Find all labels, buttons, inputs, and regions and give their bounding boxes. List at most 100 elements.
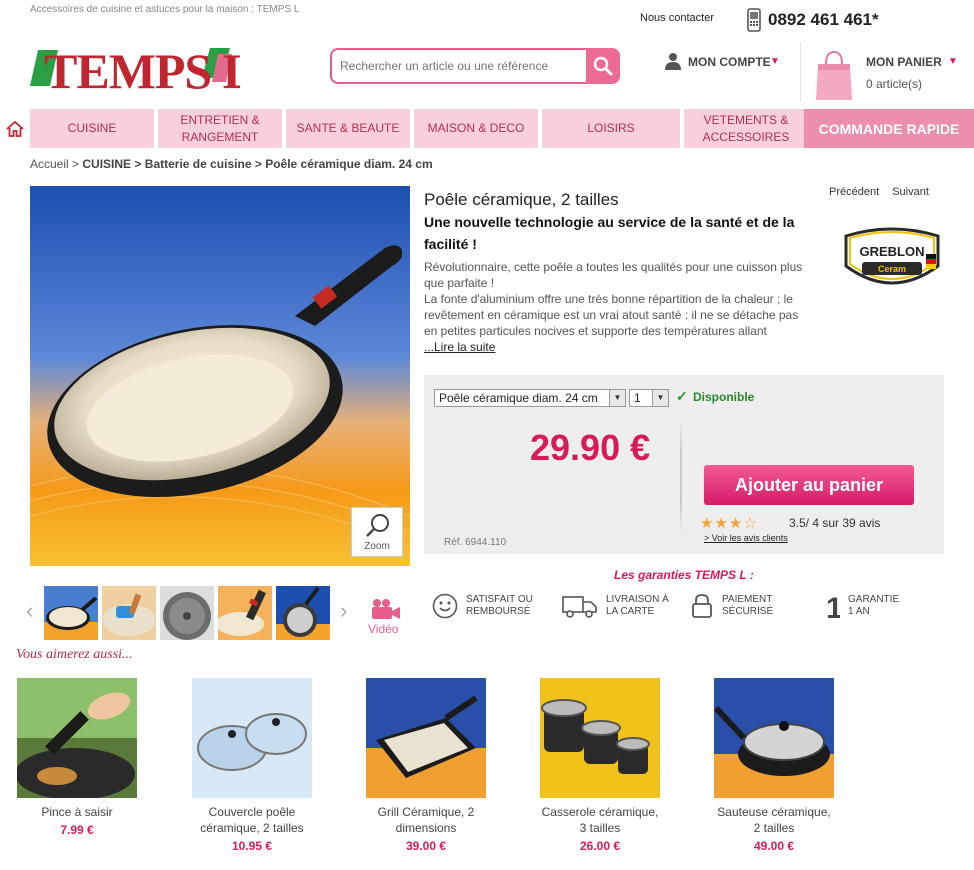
site-logo[interactable]: TEMPS L	[30, 38, 256, 99]
guarantee-payment: PAIEMENT SÉCURISÉ	[690, 588, 773, 624]
breadcrumb-current: Poêle céramique diam. 24 cm	[265, 157, 433, 171]
caret-down-icon: ▼	[770, 56, 780, 67]
recommendation-price: 49.00 €	[753, 839, 795, 853]
one-year-icon: 1	[826, 592, 840, 621]
phone-number: 0892 461 461*	[768, 10, 879, 29]
rating-text: 3.5/ 4 sur 39 avis	[789, 516, 881, 530]
product-subtitle: Une nouvelle technologie au service de l…	[424, 214, 795, 253]
guarantee-warranty: 1 GARANTIE 1 AN	[824, 588, 899, 624]
recommendation-name[interactable]: Casserole céramique, 3 tailles	[515, 804, 685, 836]
thumbnail-strip: ‹ ›	[26, 586, 360, 640]
svg-text:GREBLON: GREBLON	[860, 244, 925, 259]
purchase-box: Poêle céramique diam. 24 cm ▼ 1 ▼ ✓ Disp…	[424, 375, 944, 554]
recommendation-card[interactable]: Couvercle poêle céramique, 2 tailles 10.…	[167, 678, 337, 853]
checkmark-icon: ✓	[676, 388, 688, 404]
zoom-button[interactable]: Zoom	[351, 507, 403, 557]
quantity-select[interactable]: 1 ▼	[629, 389, 669, 407]
recommendation-image[interactable]	[714, 678, 834, 798]
svg-text:1: 1	[826, 592, 840, 621]
variant-select[interactable]: Poêle céramique diam. 24 cm ▼	[434, 389, 626, 407]
main-nav: CUISINE ENTRETIEN & RANGEMENT SANTE & BE…	[30, 109, 808, 148]
search-button[interactable]	[586, 48, 620, 84]
nav-loisirs[interactable]: LOISIRS	[542, 109, 680, 148]
breadcrumb-subcategory[interactable]: Batterie de cuisine	[145, 157, 252, 171]
product-price: 29.90 €	[530, 427, 651, 468]
prev-next-nav: Précédent Suivant	[829, 186, 939, 198]
quick-order-button[interactable]: COMMANDE RAPIDE	[804, 109, 974, 148]
recommendation-name[interactable]: Pince à saisir	[0, 804, 162, 820]
lock-icon	[692, 594, 712, 618]
buybox-separator	[680, 419, 682, 535]
magnifier-icon	[366, 514, 389, 537]
recommendation-price: 26.00 €	[579, 839, 621, 853]
chevron-left-icon[interactable]: ‹	[26, 598, 33, 624]
thumbnail-2[interactable]	[102, 586, 156, 640]
video-label[interactable]: Vidéo	[368, 622, 398, 636]
account-menu[interactable]: MON COMPTE	[688, 55, 771, 69]
product-reference: Réf. 6944.110	[444, 537, 507, 548]
video-camera-icon[interactable]	[370, 598, 402, 620]
nav-sante-beaute[interactable]: SANTE & BEAUTE	[286, 109, 410, 148]
breadcrumb-category[interactable]: CUISINE	[82, 157, 131, 171]
user-icon	[665, 53, 681, 70]
chevron-down-icon: ▼	[652, 390, 668, 406]
caret-down-icon: ▼	[948, 56, 958, 67]
search-box	[330, 48, 620, 84]
guarantee-delivery: LIVRAISON À LA CARTE	[562, 588, 669, 624]
truck-icon	[562, 596, 597, 618]
search-input[interactable]	[334, 52, 586, 80]
prev-link[interactable]: Précédent	[829, 186, 879, 198]
recommendations-title: Vous aimerez aussi...	[16, 647, 133, 662]
thumbnail-4[interactable]	[218, 586, 272, 640]
svg-text:Ceram: Ceram	[878, 264, 906, 274]
recommendation-card[interactable]: Casserole céramique, 3 tailles 26.00 €	[515, 678, 685, 853]
nav-cuisine[interactable]: CUISINE	[30, 109, 154, 148]
guarantees-title: Les garanties TEMPS L :	[614, 568, 754, 582]
availability-status: Disponible	[693, 390, 755, 404]
nav-maison-deco[interactable]: MAISON & DECO	[414, 109, 538, 148]
recommendation-image[interactable]	[540, 678, 660, 798]
read-more-link[interactable]: ...Lire la suite	[424, 340, 495, 354]
phone-icon	[747, 8, 761, 32]
thumbnail-5[interactable]	[276, 586, 330, 640]
add-to-cart-button[interactable]: Ajouter au panier	[704, 465, 914, 505]
recommendation-image[interactable]	[192, 678, 312, 798]
product-title: Poêle céramique, 2 tailles	[424, 190, 619, 209]
recommendation-card[interactable]: Sauteuse céramique, 2 tailles 49.00 €	[689, 678, 859, 853]
cart-count: 0 article(s)	[866, 77, 923, 91]
recommendation-price: 10.95 €	[231, 839, 273, 853]
rating-stars: ★★★☆	[700, 515, 758, 532]
recommendation-image[interactable]	[17, 678, 137, 798]
nav-entretien-rangement[interactable]: ENTRETIEN & RANGEMENT	[158, 109, 282, 148]
recommendation-card[interactable]: Pince à saisir 7.99 €	[0, 678, 162, 837]
chevron-right-icon[interactable]: ›	[340, 598, 347, 624]
breadcrumb: Accueil > CUISINE > Batterie de cuisine …	[30, 157, 433, 171]
cart-menu[interactable]: MON PANIER	[866, 55, 942, 69]
svg-text:TEMPS L: TEMPS L	[44, 43, 240, 94]
reviews-link[interactable]: > Voir les avis clients	[704, 533, 788, 543]
guarantee-satisfied: SATISFAIT OU REMBOURSÉ	[432, 588, 533, 624]
home-icon[interactable]	[6, 120, 24, 138]
thumbnail-3[interactable]	[160, 586, 214, 640]
breadcrumb-home[interactable]: Accueil	[30, 157, 69, 171]
recommendation-name[interactable]: Couvercle poêle céramique, 2 tailles	[167, 804, 337, 836]
recommendation-price: 39.00 €	[405, 839, 447, 853]
recommendation-name[interactable]: Grill Céramique, 2 dimensions	[341, 804, 511, 836]
next-link[interactable]: Suivant	[892, 186, 929, 198]
recommendation-name[interactable]: Sauteuse céramique, 2 tailles	[689, 804, 859, 836]
recommendation-price: 7.99 €	[60, 823, 94, 837]
chevron-down-icon: ▼	[609, 390, 625, 406]
contact-link[interactable]: Nous contacter	[640, 12, 714, 24]
recommendation-card[interactable]: Grill Céramique, 2 dimensions 39.00 €	[341, 678, 511, 853]
smile-icon	[432, 593, 458, 619]
nav-vetements-accessoires[interactable]: VETEMENTS & ACCESSOIRES	[684, 109, 808, 148]
product-description: Révolutionnaire, cette poêle a toutes le…	[424, 260, 803, 338]
site-tagline: Accessoires de cuisine et astuces pour l…	[30, 4, 300, 15]
thumbnail-1[interactable]	[44, 586, 98, 640]
brand-logo: GREBLON Ceram	[840, 226, 944, 292]
shopping-bag-icon[interactable]	[814, 46, 854, 102]
recommendation-image[interactable]	[366, 678, 486, 798]
search-icon	[593, 56, 613, 76]
zoom-label: Zoom	[364, 541, 390, 552]
header-divider	[800, 42, 801, 102]
